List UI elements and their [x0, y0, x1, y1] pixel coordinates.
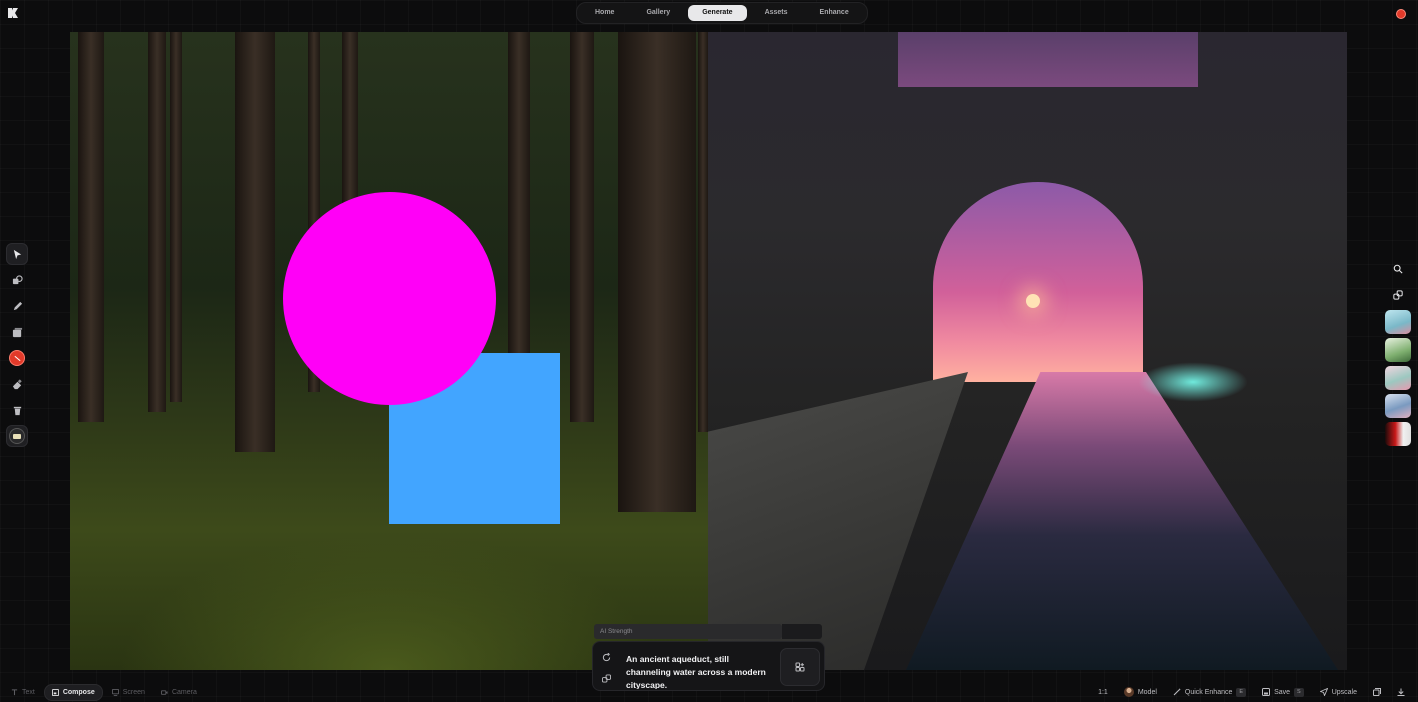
left-toolbar	[5, 243, 29, 447]
delete-tool[interactable]	[6, 399, 28, 421]
ai-strength-slider[interactable]: AI Strength	[594, 624, 782, 639]
image-tool[interactable]	[6, 321, 28, 343]
save-shortcut: S	[1294, 687, 1304, 697]
background-tool[interactable]	[6, 425, 28, 447]
link-icon	[1393, 290, 1403, 300]
history-thumbnail[interactable]	[1385, 338, 1411, 362]
eraser-icon	[12, 378, 22, 389]
camera-icon	[160, 689, 168, 695]
compose-icon	[51, 688, 59, 696]
upscale-button[interactable]: Upscale	[1313, 684, 1364, 701]
nav-enhance[interactable]: Enhance	[806, 5, 863, 21]
tab-compose[interactable]: Compose	[43, 683, 103, 701]
link-button[interactable]	[1387, 284, 1409, 306]
trash-icon	[13, 406, 21, 415]
text-icon	[11, 688, 18, 695]
nav-home[interactable]: Home	[581, 5, 628, 21]
canvas[interactable]	[70, 32, 1347, 670]
app-logo-icon[interactable]	[7, 7, 19, 19]
shapes-tool[interactable]	[6, 269, 28, 291]
color-tool[interactable]	[6, 347, 28, 369]
upscale-label: Upscale	[1331, 688, 1357, 696]
bottom-right-toolbar: 1:1 Model Quick Enhance E Save S Upscale	[1091, 683, 1412, 701]
generate-icon	[795, 662, 805, 672]
quick-enhance-button[interactable]: Quick Enhance E	[1166, 684, 1253, 701]
monitor-icon	[111, 688, 119, 696]
nav-generate[interactable]: Generate	[688, 5, 747, 21]
tab-screen-label: Screen	[122, 688, 145, 696]
aqueduct-image	[708, 32, 1347, 670]
image-stack-icon	[12, 327, 22, 337]
quick-enhance-label: Quick Enhance	[1184, 688, 1233, 696]
save-icon	[1262, 688, 1271, 696]
user-avatar[interactable]	[1396, 9, 1406, 19]
history-thumbnail[interactable]	[1385, 394, 1411, 418]
color-swatch-icon	[9, 350, 25, 366]
ai-strength-track[interactable]	[782, 624, 822, 639]
top-navigation: Home Gallery Generate Assets Enhance	[576, 2, 868, 24]
download-button[interactable]	[1390, 684, 1412, 701]
right-toolbar	[1384, 258, 1412, 446]
refresh-icon	[602, 652, 610, 661]
quick-enhance-shortcut: E	[1236, 687, 1247, 697]
aspect-ratio-button[interactable]: 1:1	[1091, 684, 1115, 701]
link-prompt-button[interactable]	[599, 671, 613, 685]
tab-compose-label: Compose	[62, 688, 95, 696]
background-swatch-icon	[9, 428, 25, 444]
model-avatar-icon	[1123, 687, 1134, 697]
history-thumbnail[interactable]	[1385, 422, 1411, 446]
tab-text-label: Text	[22, 688, 35, 696]
tab-text[interactable]: Text	[4, 684, 42, 701]
search-button[interactable]	[1387, 258, 1409, 280]
history-thumbnail[interactable]	[1385, 366, 1411, 390]
eraser-tool[interactable]	[6, 373, 28, 395]
send-icon	[1319, 688, 1328, 696]
tab-camera-label: Camera	[171, 688, 197, 696]
save-label: Save	[1274, 688, 1291, 696]
search-icon	[1393, 264, 1403, 274]
generate-button[interactable]	[780, 648, 820, 686]
link-icon	[601, 673, 611, 683]
copy-button[interactable]	[1366, 684, 1388, 701]
prompt-input[interactable]: An ancient aqueduct, still channeling wa…	[626, 653, 776, 689]
history-thumbnail[interactable]	[1385, 310, 1411, 334]
pen-tool[interactable]	[6, 295, 28, 317]
nav-gallery[interactable]: Gallery	[632, 5, 684, 21]
reset-prompt-button[interactable]	[599, 650, 613, 664]
prompt-box: An ancient aqueduct, still channeling wa…	[592, 641, 825, 691]
model-label: Model	[1137, 688, 1157, 696]
copy-icon	[1373, 688, 1381, 696]
tab-screen[interactable]: Screen	[105, 684, 152, 701]
select-tool[interactable]	[6, 243, 28, 265]
download-icon	[1397, 688, 1405, 696]
nav-assets[interactable]: Assets	[751, 5, 802, 21]
magenta-circle-shape[interactable]	[283, 192, 496, 405]
tab-camera[interactable]: Camera	[154, 684, 204, 701]
magic-wand-icon	[1173, 688, 1181, 696]
mode-tabs: Text Compose Screen Camera	[4, 683, 204, 701]
shapes-icon	[12, 274, 23, 284]
save-button[interactable]: Save S	[1255, 684, 1311, 701]
aspect-ratio-label: 1:1	[1098, 688, 1108, 696]
pointer-icon	[13, 249, 21, 259]
pen-icon	[13, 301, 22, 310]
model-button[interactable]: Model	[1117, 684, 1164, 701]
